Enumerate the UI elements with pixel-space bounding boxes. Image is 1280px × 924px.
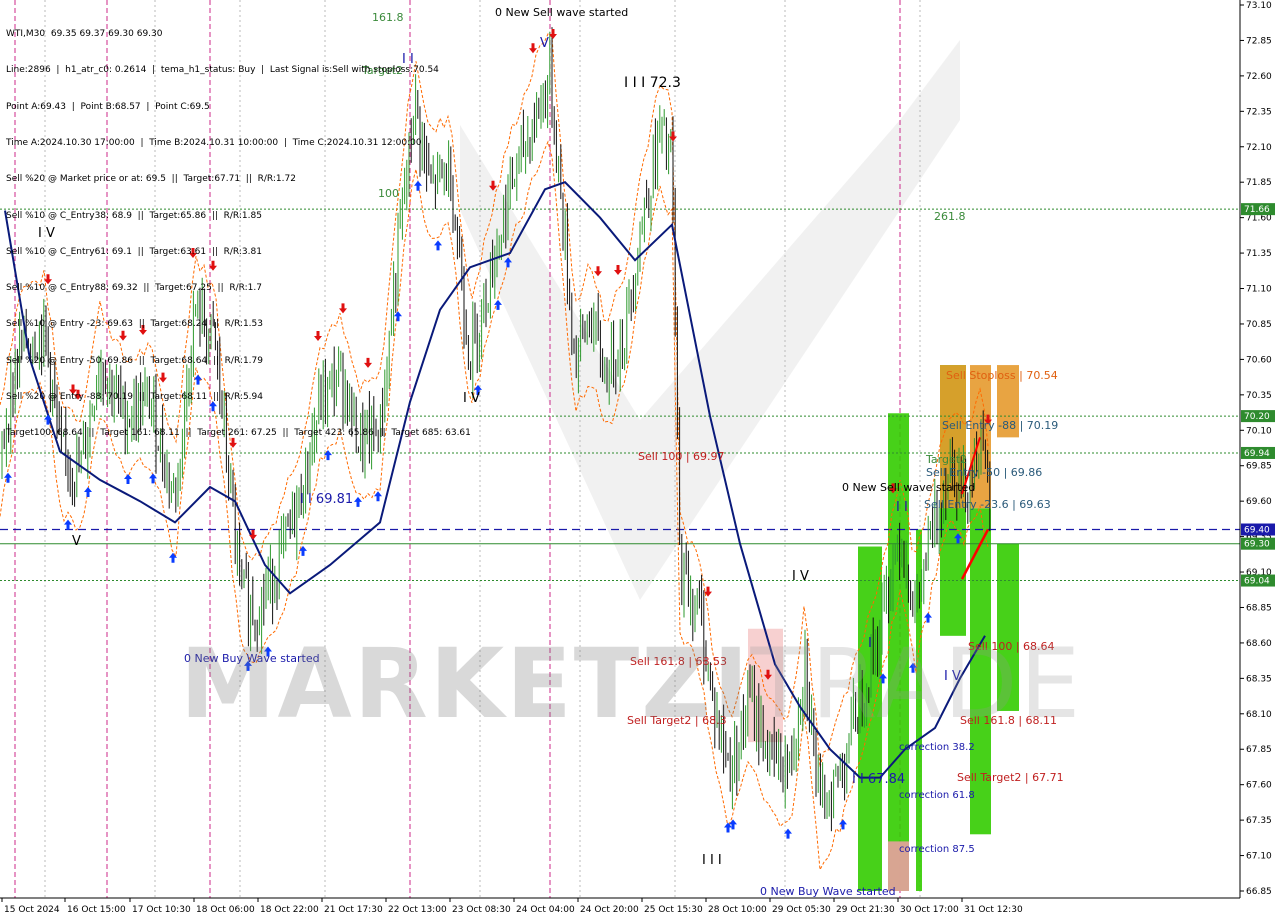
price-tick-label: 71.35	[1246, 249, 1272, 259]
price-tick-label: 67.35	[1246, 816, 1272, 826]
price-label-text: 71.66	[1244, 205, 1270, 215]
time-tick-label: 21 Oct 17:30	[324, 905, 383, 915]
time-tick-label: 28 Oct 10:00	[708, 905, 767, 915]
price-tick-label: 68.85	[1246, 603, 1272, 613]
chart-annotation: 0 New Sell wave started	[495, 6, 628, 19]
time-tick-label: 18 Oct 22:00	[260, 905, 319, 915]
info-line: Point A:69.43 | Point B:68.57 | Point C:…	[6, 101, 210, 112]
time-tick-label: 31 Oct 12:30	[964, 905, 1023, 915]
chart-annotation: Target2	[925, 453, 967, 466]
symbol-line: WTI,M30 69.35 69.37 69.30 69.30	[6, 29, 163, 40]
price-tick-label: 69.85	[1246, 462, 1272, 472]
chart-annotation: correction 87.5	[899, 844, 975, 855]
time-tick-label: 29 Oct 21:30	[836, 905, 895, 915]
price-tick-label: 68.60	[1246, 639, 1272, 649]
chart-annotation: I I 67.84	[852, 772, 905, 787]
info-line: Sell %10 @ Entry -23: 69.63 || Target:68…	[6, 319, 263, 330]
info-line: Sell %10 @ C_Entry88: 69.32 || Target:67…	[6, 283, 262, 294]
price-tick-label: 68.35	[1246, 674, 1272, 684]
price-tick-label: 72.85	[1246, 36, 1272, 46]
watermark-bold: MARKETZI	[180, 628, 751, 740]
price-tick-label: 67.10	[1246, 852, 1272, 862]
info-line: Sell %20 @ Market price or at: 69.5 || T…	[6, 174, 296, 185]
chart-annotation: V	[540, 36, 549, 51]
time-tick-label: 17 Oct 10:30	[132, 905, 191, 915]
price-tick-label: 70.35	[1246, 391, 1272, 401]
price-label-text: 69.94	[1244, 449, 1270, 459]
chart-annotation: V	[72, 534, 81, 549]
price-label-text: 70.20	[1244, 412, 1270, 422]
time-tick-label: 15 Oct 2024	[4, 905, 60, 915]
price-tick-label: 70.85	[1246, 320, 1272, 330]
time-tick-label: 23 Oct 08:30	[452, 905, 511, 915]
price-tick-label: 68.10	[1246, 710, 1272, 720]
chart-annotation: correction 38.2	[899, 742, 975, 753]
chart-annotation: Sell Entry -50 | 69.86	[926, 466, 1042, 479]
chart-annotation: I I 69.81	[300, 492, 353, 507]
time-tick-label: 18 Oct 06:00	[196, 905, 255, 915]
price-tick-label: 66.85	[1246, 887, 1272, 897]
watermark-thin: TRADE	[750, 628, 1083, 740]
chart-annotation: I I	[896, 500, 908, 515]
price-tick-label: 72.35	[1246, 107, 1272, 117]
info-line: Time A:2024.10.30 17:00:00 | Time B:2024…	[6, 138, 422, 149]
chart-annotation: 0 New Buy Wave started	[760, 885, 896, 898]
price-tick-label: 73.10	[1246, 1, 1272, 11]
chart-annotation: Sell 100 | 69.97	[638, 450, 725, 463]
price-label-text: 69.40	[1244, 526, 1270, 536]
price-label-text: 69.30	[1244, 540, 1270, 550]
chart-annotation: I I I	[702, 853, 722, 868]
info-line: Line:2896 | h1_atr_c0: 0.2614 | tema_h1_…	[6, 65, 439, 76]
time-tick-label: 24 Oct 20:00	[580, 905, 639, 915]
watermark-logo: MARKETZITRADE	[180, 628, 1082, 740]
time-tick-label: 30 Oct 17:00	[900, 905, 959, 915]
time-tick-label: 22 Oct 13:00	[388, 905, 447, 915]
chart-annotation: Sell Stoploss | 70.54	[946, 369, 1058, 382]
price-tick-label: 71.85	[1246, 178, 1272, 188]
info-line: Sell %20 @ Entry -50: 69.86 || Target:68…	[6, 355, 263, 366]
info-line: Sell %20 @ Entry -88: 70.19 || Target:68…	[6, 392, 263, 402]
info-line: Sell %10 @ C_Entry38: 68.9 || Target:65.…	[6, 210, 262, 221]
price-tick-label: 69.60	[1246, 497, 1272, 507]
price-tick-label: 67.60	[1246, 781, 1272, 791]
time-tick-label: 24 Oct 04:00	[516, 905, 575, 915]
price-tick-label: 71.10	[1246, 285, 1272, 295]
chart-area[interactable]: 0 New Sell wave started 161.8 Target2 100 26…	[0, 0, 1280, 920]
price-tick-label: 72.10	[1246, 143, 1272, 153]
chart-annotation: correction 61.8	[899, 790, 975, 801]
chart-annotation: I V	[792, 569, 809, 584]
time-tick-label: 29 Oct 05:30	[772, 905, 831, 915]
price-tick-label: 70.10	[1246, 426, 1272, 436]
price-tick-label: 72.60	[1246, 72, 1272, 82]
time-tick-label: 16 Oct 15:00	[67, 905, 126, 915]
chart-annotation: Sell Entry -88 | 70.19	[942, 419, 1058, 432]
time-tick-label: 25 Oct 15:30	[644, 905, 703, 915]
chart-annotation: 261.8	[934, 210, 966, 223]
price-tick-label: 67.85	[1246, 745, 1272, 755]
price-tick-label: 70.60	[1246, 355, 1272, 365]
chart-annotation: Sell Entry -23.6 | 69.63	[924, 498, 1051, 511]
indicator-info-panel: WTI,M30 69.35 69.37 69.30 69.30 Line:289…	[6, 4, 471, 464]
price-label-text: 69.04	[1244, 577, 1270, 587]
info-line: Target100: 68.64 || Target 161: 68.11 ||…	[6, 428, 471, 439]
info-line: Sell %10 @ C_Entry61: 69.1 || Target:63.…	[6, 246, 262, 257]
chart-annotation: I I I 72.3	[624, 75, 681, 91]
chart-annotation: 0 New Sell wave started	[842, 481, 975, 494]
chart-annotation: Sell Target2 | 67.71	[957, 771, 1064, 784]
